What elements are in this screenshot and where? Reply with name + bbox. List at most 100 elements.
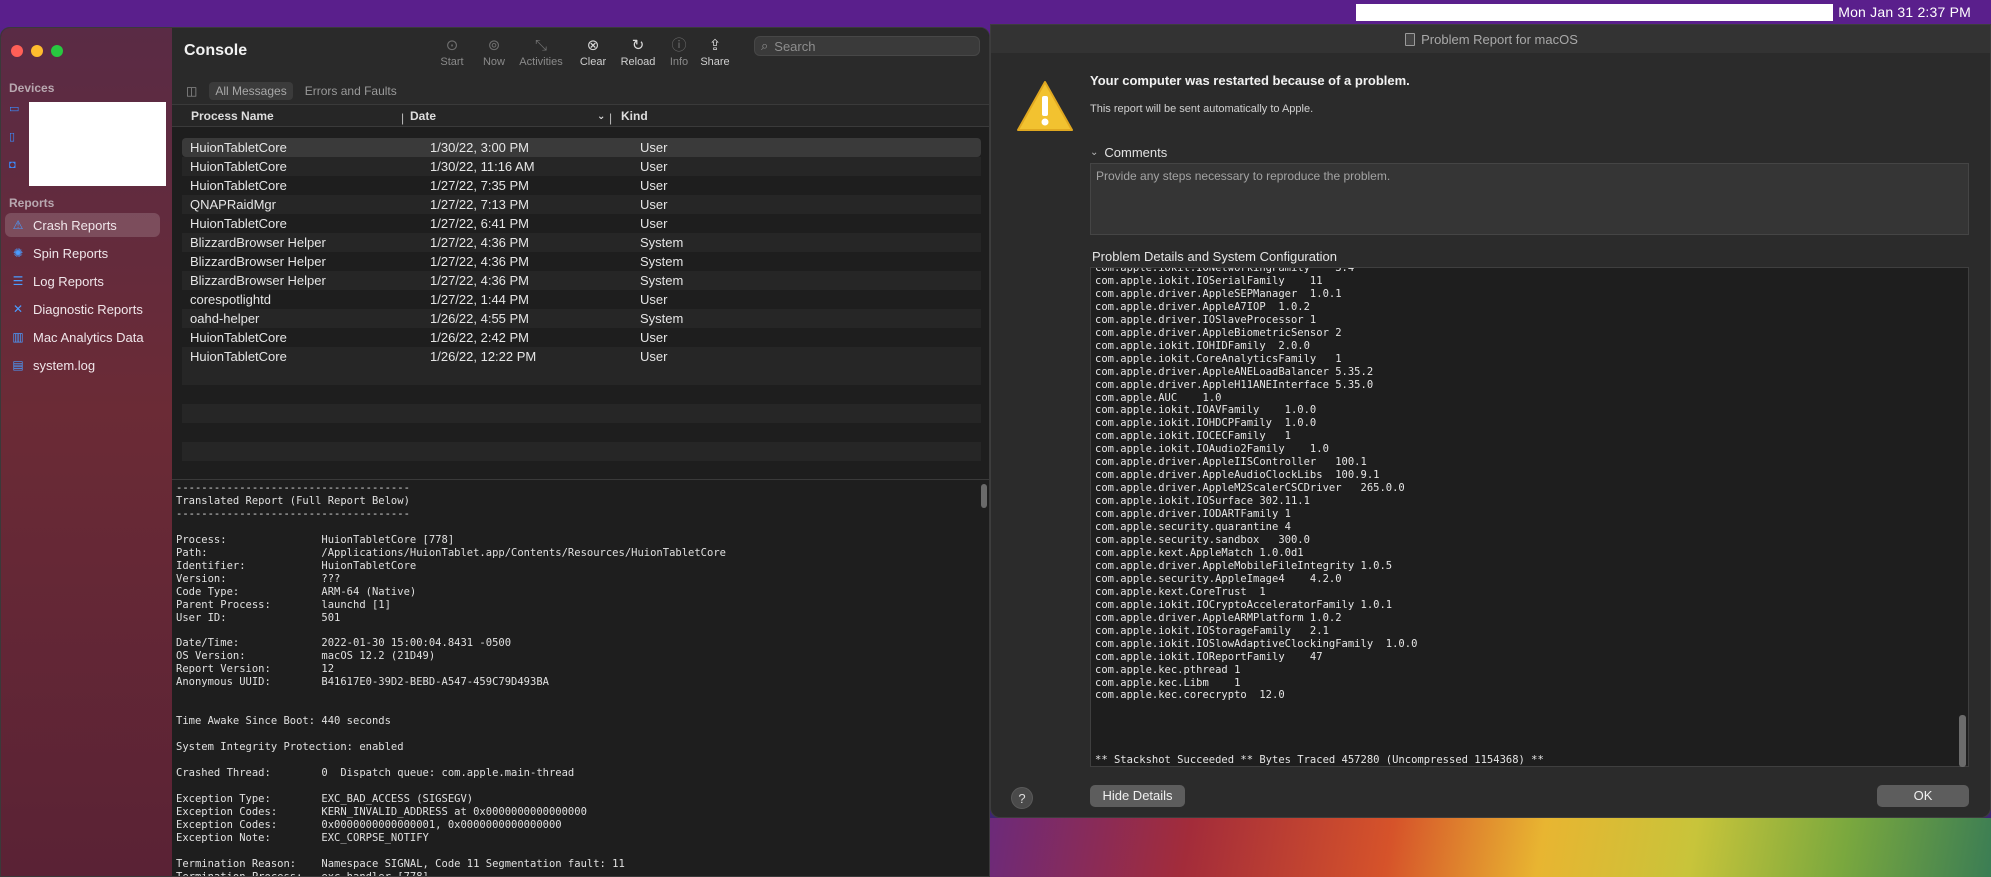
- share-icon: ⇪: [708, 37, 722, 54]
- table-row[interactable]: oahd-helper 1/26/22, 4:55 PM System: [182, 309, 981, 328]
- hide-details-button[interactable]: Hide Details: [1090, 785, 1185, 807]
- cell-process: BlizzardBrowser Helper: [190, 254, 326, 269]
- cell-date: 1/26/22, 12:22 PM: [430, 349, 537, 364]
- empty-row: [182, 423, 981, 442]
- col-process-name[interactable]: Process Name: [191, 109, 274, 123]
- toolbar: Console ⊙ Start ⊚ Now ⤡ Activities ⊗ Cle…: [172, 28, 989, 78]
- share-button[interactable]: ⇪ Share: [690, 36, 740, 68]
- table-row[interactable]: BlizzardBrowser Helper 1/27/22, 4:36 PM Sy…: [182, 271, 981, 290]
- sidebar-item-mac-analytics[interactable]: ▥ Mac Analytics Data: [5, 325, 160, 349]
- table-row[interactable]: HuionTabletCore 1/26/22, 2:42 PM User: [182, 328, 981, 347]
- cell-date: 1/27/22, 1:44 PM: [430, 292, 530, 307]
- cell-kind: System: [640, 311, 684, 326]
- table-row[interactable]: HuionTabletCore 1/26/22, 12:22 PM User: [182, 347, 981, 366]
- sort-chevron-icon[interactable]: ⌄: [597, 111, 605, 122]
- cell-process: BlizzardBrowser Helper: [190, 273, 326, 288]
- phone-icon[interactable]: ▯: [9, 130, 23, 144]
- clear-icon: ⊗: [586, 37, 600, 54]
- cell-kind: System: [640, 273, 684, 288]
- comments-label: Comments: [1104, 145, 1168, 160]
- empty-row: [182, 385, 981, 404]
- details-text-area[interactable]: com.apple.iokit.IONetworkingFamily 3.4 c…: [1090, 267, 1969, 767]
- cell-process: corespotlightd: [190, 292, 271, 307]
- document-icon: [1405, 32, 1416, 46]
- cell-process: BlizzardBrowser Helper: [190, 235, 326, 250]
- problem-window-title: Problem Report for macOS: [1421, 31, 1578, 47]
- col-date[interactable]: Date: [410, 109, 436, 123]
- crash-report-list: HuionTabletCore 1/30/22, 3:00 PM User Huion…: [182, 138, 981, 461]
- help-button[interactable]: ?: [1011, 787, 1033, 809]
- problem-subtext: This report will be sent automatically t…: [1090, 103, 1314, 115]
- cell-process: HuionTabletCore: [190, 178, 287, 193]
- sidebar-toggle-icon[interactable]: ◫: [186, 84, 197, 98]
- console-window: Devices ▭ ▯ ◘ Reports ⚠ Crash Reports ✺ …: [0, 27, 990, 877]
- table-row[interactable]: HuionTabletCore 1/27/22, 7:35 PM User: [182, 176, 981, 195]
- app-title: Console: [184, 42, 248, 59]
- sidebar-item-system-log[interactable]: ▤ system.log: [5, 353, 160, 377]
- comments-disclosure[interactable]: ⌄ Comments: [1090, 145, 1167, 160]
- filter-errors-faults[interactable]: Errors and Faults: [305, 84, 397, 98]
- log-icon: ☰: [12, 274, 24, 288]
- report-detail-pane: ------------------------------------- Tr…: [172, 479, 989, 876]
- table-row[interactable]: HuionTabletCore 1/27/22, 6:41 PM User: [182, 214, 981, 233]
- cell-kind: User: [640, 178, 668, 193]
- cell-date: 1/30/22, 3:00 PM: [430, 140, 530, 155]
- details-text: com.apple.iokit.IONetworkingFamily 3.4 c…: [1095, 267, 1544, 767]
- clear-button[interactable]: ⊗ Clear: [568, 36, 618, 68]
- filter-all-messages[interactable]: All Messages: [209, 82, 293, 100]
- ok-button[interactable]: OK: [1877, 785, 1969, 807]
- table-row[interactable]: QNAPRaidMgr 1/27/22, 7:13 PM User: [182, 195, 981, 214]
- cell-kind: System: [640, 254, 684, 269]
- watch-icon[interactable]: ◘: [9, 158, 23, 172]
- sidebar-item-diagnostic-reports[interactable]: ✕ Diagnostic Reports: [5, 297, 160, 321]
- empty-row: [182, 442, 981, 461]
- menu-bar: Mon Jan 31 2:37 PM: [0, 0, 1991, 24]
- report-scrollbar[interactable]: [981, 484, 987, 508]
- filter-bar: ◫ All Messages Errors and Faults: [172, 78, 989, 105]
- col-kind[interactable]: Kind: [621, 109, 648, 123]
- cell-date: 1/27/22, 7:13 PM: [430, 197, 530, 212]
- now-button[interactable]: ⊚ Now: [469, 36, 519, 68]
- table-row[interactable]: corespotlightd 1/27/22, 1:44 PM User: [182, 290, 981, 309]
- cell-kind: User: [640, 292, 668, 307]
- cell-date: 1/26/22, 2:42 PM: [430, 330, 530, 345]
- sidebar: Devices ▭ ▯ ◘ Reports ⚠ Crash Reports ✺ …: [1, 28, 172, 876]
- wrench-icon: ✕: [12, 302, 24, 316]
- zoom-button[interactable]: [51, 45, 63, 57]
- sidebar-item-crash-reports[interactable]: ⚠ Crash Reports: [5, 213, 160, 237]
- table-header: Process Name | Date ⌄ | Kind: [172, 105, 989, 127]
- close-button[interactable]: [11, 45, 23, 57]
- laptop-icon[interactable]: ▭: [9, 102, 23, 116]
- comments-field[interactable]: Provide any steps necessary to reproduce…: [1090, 163, 1969, 235]
- cell-date: 1/30/22, 11:16 AM: [430, 159, 535, 174]
- sidebar-item-label: Crash Reports: [33, 217, 117, 233]
- window-controls: [11, 45, 63, 57]
- table-row[interactable]: BlizzardBrowser Helper 1/27/22, 4:36 PM Sy…: [182, 252, 981, 271]
- table-row[interactable]: BlizzardBrowser Helper 1/27/22, 4:36 PM Sy…: [182, 233, 981, 252]
- cell-kind: User: [640, 330, 668, 345]
- devices-header: Devices: [9, 81, 55, 95]
- cell-date: 1/27/22, 4:36 PM: [430, 254, 530, 269]
- cell-process: HuionTabletCore: [190, 330, 287, 345]
- warning-triangle-icon: ⚠: [12, 218, 24, 232]
- cell-date: 1/27/22, 6:41 PM: [430, 216, 530, 231]
- sidebar-item-label: system.log: [33, 357, 96, 373]
- problem-titlebar: Problem Report for macOS: [991, 25, 1990, 53]
- cell-process: HuionTabletCore: [190, 140, 287, 155]
- sidebar-item-log-reports[interactable]: ☰ Log Reports: [5, 269, 160, 293]
- search-placeholder: Search: [774, 38, 816, 54]
- table-row[interactable]: HuionTabletCore 1/30/22, 3:00 PM User: [182, 138, 981, 157]
- sidebar-item-spin-reports[interactable]: ✺ Spin Reports: [5, 241, 160, 265]
- chevron-down-icon: ⌄: [1090, 147, 1099, 158]
- comments-placeholder: Provide any steps necessary to reproduce…: [1096, 169, 1391, 183]
- table-row[interactable]: HuionTabletCore 1/30/22, 11:16 AM User: [182, 157, 981, 176]
- search-field[interactable]: ⌕ Search: [754, 36, 980, 56]
- cell-kind: System: [640, 235, 684, 250]
- details-scrollbar[interactable]: [1959, 715, 1966, 767]
- sidebar-item-label: Spin Reports: [33, 245, 109, 261]
- reports-header: Reports: [9, 196, 55, 210]
- minimize-button[interactable]: [31, 45, 43, 57]
- cell-kind: User: [640, 197, 668, 212]
- activities-button[interactable]: ⤡ Activities: [516, 36, 566, 68]
- menu-clock[interactable]: Mon Jan 31 2:37 PM: [1838, 4, 1971, 20]
